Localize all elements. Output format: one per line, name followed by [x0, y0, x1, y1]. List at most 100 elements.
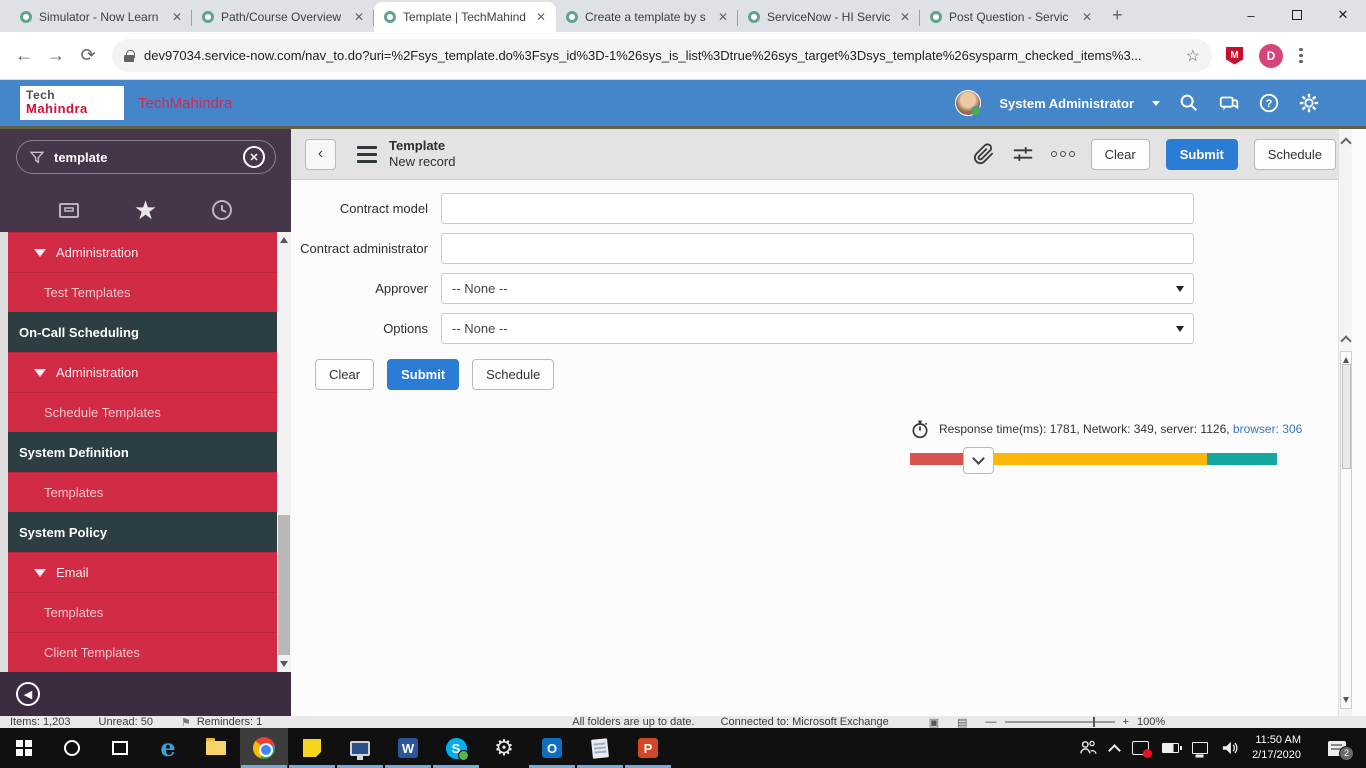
schedule-button[interactable]: Schedule: [472, 359, 554, 390]
menu-item-test-templates[interactable]: Test Templates: [8, 272, 277, 312]
scrollbar-thumb[interactable]: [278, 515, 290, 655]
tab-servicenow-hi[interactable]: ServiceNow - HI Servic ✕: [738, 2, 920, 32]
cortana-button[interactable]: [48, 728, 96, 768]
secure-lock-icon[interactable]: [124, 50, 134, 62]
browser-menu-icon[interactable]: [1299, 48, 1303, 64]
user-menu[interactable]: System Administrator: [999, 96, 1134, 111]
filter-clear-icon[interactable]: ✕: [243, 146, 265, 168]
scroll-up-icon[interactable]: [1343, 357, 1349, 363]
tab-simulator[interactable]: Simulator - Now Learn ✕: [10, 2, 192, 32]
collapse-triangle-icon[interactable]: [34, 569, 46, 577]
scroll-up-icon[interactable]: [280, 237, 288, 243]
tab-close-icon[interactable]: ✕: [716, 10, 730, 24]
start-button[interactable]: [0, 728, 48, 768]
tab-close-icon[interactable]: ✕: [1080, 10, 1094, 24]
mcafee-extension-icon[interactable]: M: [1226, 47, 1243, 65]
clear-button[interactable]: Clear: [315, 359, 374, 390]
collapse-navigator-icon[interactable]: ◀: [16, 682, 40, 706]
settings-taskbar-button[interactable]: ⚙: [480, 728, 528, 768]
approver-select[interactable]: -- None --: [441, 273, 1194, 304]
window-minimize-button[interactable]: –: [1228, 0, 1274, 30]
network-icon[interactable]: [1192, 742, 1208, 754]
menu-item-email-templates[interactable]: Templates: [8, 592, 277, 632]
collapse-triangle-icon[interactable]: [34, 249, 46, 257]
form-context-menu-icon[interactable]: [357, 146, 377, 163]
action-center-icon[interactable]: 2: [1328, 741, 1346, 756]
url-text[interactable]: dev97034.service-now.com/nav_to.do?uri=%…: [144, 48, 1176, 63]
user-menu-caret-icon[interactable]: [1152, 101, 1160, 106]
settings-gear-icon[interactable]: [1298, 92, 1320, 114]
browser-profile-avatar[interactable]: D: [1259, 44, 1283, 68]
all-applications-tab-icon[interactable]: [57, 198, 81, 222]
forward-navigation-icon[interactable]: →: [40, 45, 72, 66]
browser-time-link[interactable]: browser: 306: [1233, 422, 1302, 436]
notepad-taskbar-button[interactable]: [576, 728, 624, 768]
file-explorer-taskbar-button[interactable]: [192, 728, 240, 768]
inner-scrollbar[interactable]: [1340, 351, 1352, 709]
contract-model-field[interactable]: [441, 193, 1194, 224]
layout-view-icon[interactable]: ▤: [957, 716, 967, 728]
header-clear-button[interactable]: Clear: [1091, 139, 1150, 170]
header-submit-button[interactable]: Submit: [1166, 139, 1238, 170]
form-back-button[interactable]: ‹: [305, 139, 336, 170]
chrome-taskbar-button[interactable]: [240, 728, 288, 768]
tab-template-active[interactable]: Template | TechMahind ✕: [374, 2, 556, 32]
outlook-taskbar-button[interactable]: O: [528, 728, 576, 768]
battery-icon[interactable]: [1162, 743, 1179, 753]
volume-icon[interactable]: [1221, 739, 1239, 757]
connect-chat-icon[interactable]: [1218, 92, 1240, 114]
zoom-out-icon[interactable]: —: [986, 716, 997, 728]
window-maximize-button[interactable]: [1274, 0, 1320, 30]
filter-value[interactable]: template: [54, 150, 234, 165]
menu-group-administration[interactable]: Administration: [8, 232, 277, 272]
favorites-tab-icon[interactable]: ★: [134, 197, 157, 223]
show-hidden-icons-chevron[interactable]: [1108, 744, 1121, 757]
content-scrollbar[interactable]: [1338, 129, 1352, 716]
scrollbar-thumb[interactable]: [1342, 364, 1351, 469]
edge-taskbar-button[interactable]: e: [144, 728, 192, 768]
history-tab-icon[interactable]: [210, 198, 234, 222]
user-avatar[interactable]: [955, 90, 981, 116]
attachment-paperclip-icon[interactable]: [973, 143, 995, 165]
powerpoint-taskbar-button[interactable]: P: [624, 728, 672, 768]
address-bar[interactable]: dev97034.service-now.com/nav_to.do?uri=%…: [112, 39, 1212, 72]
tab-close-icon[interactable]: ✕: [898, 10, 912, 24]
header-schedule-button[interactable]: Schedule: [1254, 139, 1336, 170]
bookmark-star-icon[interactable]: ☆: [1186, 46, 1200, 66]
scroll-up-icon[interactable]: [1340, 137, 1351, 148]
remote-desktop-taskbar-button[interactable]: [336, 728, 384, 768]
taskbar-clock[interactable]: 11:50 AM 2/17/2020: [1252, 733, 1301, 763]
global-search-icon[interactable]: [1178, 92, 1200, 114]
navigator-filter-input[interactable]: template ✕: [16, 140, 276, 174]
word-taskbar-button[interactable]: W: [384, 728, 432, 768]
scroll-down-icon[interactable]: [1343, 697, 1349, 703]
tab-path-course[interactable]: Path/Course Overview ✕: [192, 2, 374, 32]
scroll-down-icon[interactable]: [280, 661, 288, 667]
more-options-icon[interactable]: [1051, 151, 1075, 157]
people-tray-icon[interactable]: [1079, 739, 1097, 757]
tab-close-icon[interactable]: ✕: [534, 10, 548, 24]
help-icon[interactable]: ?: [1258, 92, 1280, 114]
skype-taskbar-button[interactable]: S: [432, 728, 480, 768]
new-tab-button[interactable]: +: [1112, 5, 1123, 26]
contract-administrator-field[interactable]: [441, 233, 1194, 264]
zoom-slider[interactable]: [1005, 721, 1115, 723]
back-navigation-icon[interactable]: ←: [8, 45, 40, 66]
options-select[interactable]: -- None --: [441, 313, 1194, 344]
reading-view-icon[interactable]: ▣: [929, 716, 939, 728]
tab-close-icon[interactable]: ✕: [352, 10, 366, 24]
response-details-toggle[interactable]: [963, 447, 994, 474]
collapse-triangle-icon[interactable]: [34, 369, 46, 377]
window-close-button[interactable]: ✕: [1320, 0, 1366, 30]
zoom-in-icon[interactable]: +: [1123, 716, 1129, 728]
notification-app-tray-icon[interactable]: [1132, 741, 1149, 755]
menu-item-templates[interactable]: Templates: [8, 472, 277, 512]
tab-close-icon[interactable]: ✕: [170, 10, 184, 24]
tab-post-question[interactable]: Post Question - Servic ✕: [920, 2, 1102, 32]
submit-button[interactable]: Submit: [387, 359, 459, 390]
personalize-form-sliders-icon[interactable]: [1011, 143, 1035, 165]
scroll-up-icon[interactable]: [1340, 335, 1351, 346]
zoom-level[interactable]: 100%: [1137, 716, 1165, 728]
menu-group-administration-2[interactable]: Administration: [8, 352, 277, 392]
menu-group-email[interactable]: Email: [8, 552, 277, 592]
